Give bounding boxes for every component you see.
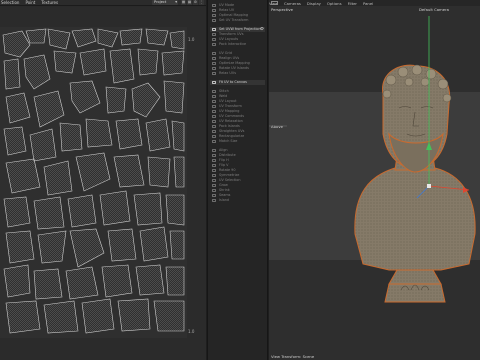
tool-icon [212, 125, 216, 128]
uv-checker-icon[interactable]: ▩ [187, 0, 192, 5]
tool-icon [212, 194, 216, 197]
uv-scale-label-top: 1.0 [188, 37, 195, 42]
viewport-layout-icon[interactable] [271, 1, 278, 5]
projection-mode-select[interactable]: Project [152, 0, 178, 5]
tool-icon [212, 38, 216, 41]
tool-icon [212, 120, 216, 123]
uv-texture-area[interactable] [0, 27, 187, 338]
tool-icon [212, 184, 216, 187]
tool-icon [212, 105, 216, 108]
tool-icon [212, 43, 216, 46]
menu-panel[interactable]: Panel [363, 1, 373, 6]
fit-uv-to-canvas-button[interactable]: Fit UV to Canvas [210, 80, 265, 85]
uv-tools-panel: UV Mode Relax UV Optimal Mapping Set UV … [207, 0, 268, 360]
tool-icon [212, 174, 216, 177]
tool-item[interactable]: Match Size [210, 139, 265, 144]
tool-icon [212, 9, 216, 12]
tool-icon [212, 130, 216, 133]
uv-settings-icon[interactable]: ⚙ [193, 0, 198, 5]
uv-more-icon[interactable]: ⋮ [199, 0, 204, 5]
tool-icon [212, 164, 216, 167]
tool-icon [212, 154, 216, 157]
uv-islands [2, 28, 185, 334]
uv-canvas[interactable]: 1.0 1.0 [0, 7, 206, 360]
menu-filter[interactable]: Filter [348, 1, 357, 6]
tool-icon [212, 67, 216, 70]
tool-icon [212, 149, 216, 152]
tool-icon [212, 57, 216, 60]
tool-icon [212, 4, 216, 7]
tool-icon [212, 135, 216, 138]
tool-icon [212, 159, 216, 162]
projection-icon [212, 28, 216, 31]
tool-item[interactable]: Island [210, 198, 265, 203]
tool-icon [212, 189, 216, 192]
tool-icon [212, 72, 216, 75]
uv-grid-icon[interactable]: ▦ [181, 0, 186, 5]
menu-cameras[interactable]: Cameras [284, 1, 301, 6]
tool-icon [212, 90, 216, 93]
menu-textures[interactable]: Textures [41, 0, 58, 5]
tool-icon [212, 14, 216, 17]
tool-item[interactable]: Pack Interactive [210, 42, 265, 47]
tool-icon [212, 115, 216, 118]
tool-icon [212, 110, 216, 113]
view-transform-label: View Transform: Scene [271, 354, 315, 359]
tool-item[interactable]: Set UV Transform [210, 18, 265, 23]
viewport-3d-view[interactable]: Perspective Default Camera Above View Tr… [269, 6, 480, 360]
tool-item[interactable]: Relax UVs [210, 71, 265, 76]
tool-icon [212, 100, 216, 103]
tool-icon [212, 95, 216, 98]
tool-icon [212, 199, 216, 202]
tool-icon [212, 140, 216, 143]
menu-selection[interactable]: Selection [1, 0, 19, 5]
uv-editor-panel: Selection Point Textures Project ▦ ▩ ⚙ ⋮ [0, 0, 206, 360]
menu-display[interactable]: Display [307, 1, 321, 6]
tool-icon [212, 62, 216, 65]
fit-icon [212, 81, 216, 84]
menu-options[interactable]: Options [327, 1, 342, 6]
transform-gizmo[interactable] [269, 6, 480, 360]
tool-icon [212, 19, 216, 22]
viewport-panel: View Cameras Display Options Filter Pane… [269, 0, 480, 360]
tool-icon [212, 179, 216, 182]
tool-icon [212, 169, 216, 172]
tool-icon [212, 52, 216, 55]
uv-scale-label-bottom: 1.0 [188, 329, 195, 334]
menu-point[interactable]: Point [25, 0, 35, 5]
tool-icon [212, 33, 216, 36]
